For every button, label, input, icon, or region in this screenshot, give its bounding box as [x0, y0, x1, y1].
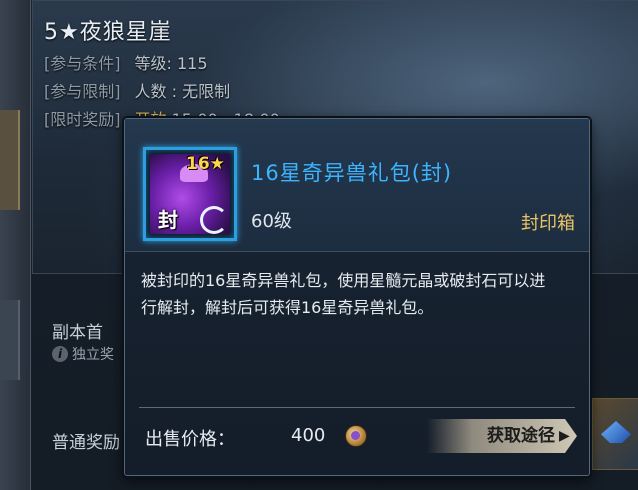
condition-key: [参与条件] [44, 54, 121, 73]
acquire-method-label: 获取途径 [487, 426, 555, 446]
normal-reward-label: 普通奖励 [52, 433, 120, 453]
limit-row: [参与限制] 人数 : 无限制 [44, 78, 230, 102]
price-label: 出售价格： [145, 429, 235, 450]
item-tooltip: 封 16★ 16星奇异兽礼包(封) 60级 封印箱 被封印的16星奇异兽礼包，使… [124, 118, 590, 476]
seal-char: 封 [158, 208, 178, 232]
reward-item-slot[interactable] [592, 398, 638, 470]
divider [139, 407, 575, 408]
coin-icon [345, 425, 367, 447]
acquire-method-button[interactable]: 获取途径 [427, 419, 577, 453]
star-level-badge: 16★ [186, 154, 225, 174]
dungeon-title: 5★夜狼星崖 [44, 20, 172, 45]
independent-hint-row: i 独立奖 [52, 344, 114, 364]
side-tab-secondary[interactable] [0, 300, 20, 380]
item-type: 封印箱 [521, 213, 575, 234]
tooltip-header: 封 16★ 16星奇异兽礼包(封) 60级 封印箱 [125, 119, 589, 252]
first-clear-label: 副本首 [52, 323, 103, 343]
left-tab-strip [0, 0, 31, 490]
chevron-right-icon: ▶ [559, 428, 570, 444]
info-icon[interactable]: i [52, 346, 68, 362]
condition-row: [参与条件] 等级: 115 [44, 50, 208, 74]
gem-icon [601, 421, 631, 443]
item-level: 60级 [251, 211, 292, 232]
independent-hint: 独立奖 [72, 347, 114, 363]
item-name: 16星奇异兽礼包(封) [251, 161, 453, 185]
item-description: 被封印的16星奇异兽礼包，使用星髓元晶或破封石可以进行解封，解封后可获得16星奇… [141, 271, 546, 317]
price-value: 400 [291, 425, 326, 446]
condition-value: 等级: 115 [134, 54, 208, 73]
side-tab[interactable] [0, 110, 20, 210]
limit-key: [参与限制] [44, 82, 121, 101]
item-icon-frame: 封 16★ [143, 147, 237, 241]
wolf-emblem-icon [200, 206, 228, 234]
timed-reward-key: [限时奖励] [44, 110, 121, 129]
limit-value: 人数 : 无限制 [134, 82, 231, 101]
